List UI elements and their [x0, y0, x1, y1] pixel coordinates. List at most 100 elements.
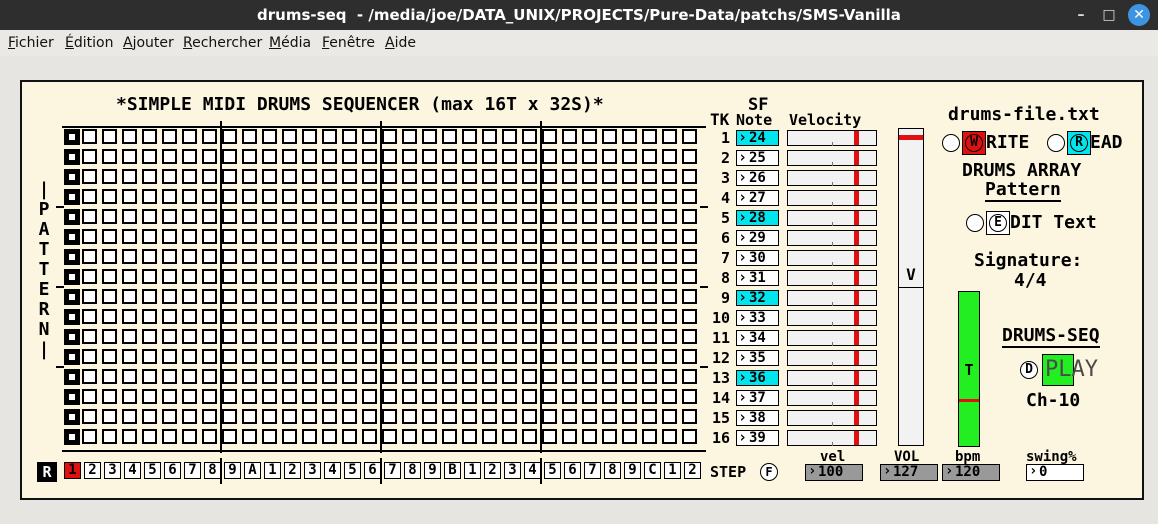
- grid-cell[interactable]: [182, 129, 197, 144]
- step-indicator[interactable]: 3: [304, 462, 321, 479]
- grid-cell[interactable]: [282, 429, 297, 444]
- grid-cell[interactable]: [182, 349, 197, 364]
- grid-cell[interactable]: [282, 409, 297, 424]
- note-number-box[interactable]: 35: [736, 350, 779, 366]
- grid-cell[interactable]: [82, 169, 97, 184]
- grid-cell[interactable]: [622, 329, 637, 344]
- grid-cell[interactable]: [442, 369, 457, 384]
- grid-cell[interactable]: [622, 209, 637, 224]
- step-indicator[interactable]: 5: [544, 462, 561, 479]
- grid-cell[interactable]: [402, 349, 417, 364]
- row-toggle[interactable]: [64, 369, 80, 385]
- step-indicator[interactable]: 4: [124, 462, 141, 479]
- grid-cell[interactable]: [122, 369, 137, 384]
- grid-cell[interactable]: [182, 149, 197, 164]
- row-toggle[interactable]: [64, 149, 80, 165]
- step-indicator[interactable]: 1: [64, 462, 81, 479]
- grid-cell[interactable]: [282, 169, 297, 184]
- grid-cell[interactable]: [362, 169, 377, 184]
- grid-cell[interactable]: [302, 209, 317, 224]
- grid-cell[interactable]: [262, 429, 277, 444]
- grid-cell[interactable]: [322, 149, 337, 164]
- velocity-slider[interactable]: [787, 330, 877, 346]
- grid-cell[interactable]: [622, 129, 637, 144]
- grid-cell[interactable]: [102, 329, 117, 344]
- grid-cell[interactable]: [302, 169, 317, 184]
- step-indicator[interactable]: 1: [264, 462, 281, 479]
- grid-cell[interactable]: [422, 149, 437, 164]
- grid-cell[interactable]: [142, 129, 157, 144]
- grid-cell[interactable]: [82, 269, 97, 284]
- grid-cell[interactable]: [102, 269, 117, 284]
- grid-cell[interactable]: [102, 369, 117, 384]
- grid-cell[interactable]: [682, 169, 697, 184]
- grid-cell[interactable]: [322, 269, 337, 284]
- grid-cell[interactable]: [482, 209, 497, 224]
- velocity-slider-knob[interactable]: [854, 271, 859, 285]
- grid-cell[interactable]: [262, 209, 277, 224]
- grid-cell[interactable]: [602, 249, 617, 264]
- step-indicator[interactable]: 2: [284, 462, 301, 479]
- step-indicator[interactable]: 7: [384, 462, 401, 479]
- close-icon[interactable]: ✕: [1128, 4, 1150, 26]
- menu-ajouter[interactable]: Ajouter: [123, 35, 174, 51]
- grid-cell[interactable]: [542, 309, 557, 324]
- grid-cell[interactable]: [362, 349, 377, 364]
- grid-cell[interactable]: [462, 169, 477, 184]
- grid-cell[interactable]: [402, 129, 417, 144]
- grid-cell[interactable]: [522, 269, 537, 284]
- grid-cell[interactable]: [82, 149, 97, 164]
- grid-cell[interactable]: [442, 389, 457, 404]
- grid-cell[interactable]: [122, 349, 137, 364]
- grid-cell[interactable]: [162, 229, 177, 244]
- grid-cell[interactable]: [182, 289, 197, 304]
- grid-cell[interactable]: [142, 149, 157, 164]
- grid-cell[interactable]: [522, 369, 537, 384]
- velocity-slider-knob[interactable]: [854, 151, 859, 165]
- note-number-box[interactable]: 38: [736, 410, 779, 426]
- grid-cell[interactable]: [362, 429, 377, 444]
- grid-cell[interactable]: [82, 369, 97, 384]
- grid-cell[interactable]: [262, 169, 277, 184]
- grid-cell[interactable]: [682, 429, 697, 444]
- grid-cell[interactable]: [322, 329, 337, 344]
- grid-cell[interactable]: [582, 309, 597, 324]
- velocity-slider[interactable]: [787, 350, 877, 366]
- grid-cell[interactable]: [442, 169, 457, 184]
- write-bang[interactable]: [942, 134, 960, 152]
- grid-cell[interactable]: [422, 249, 437, 264]
- velocity-slider-knob[interactable]: [854, 211, 859, 225]
- grid-cell[interactable]: [622, 249, 637, 264]
- step-indicator[interactable]: 1: [664, 462, 681, 479]
- grid-cell[interactable]: [602, 229, 617, 244]
- grid-cell[interactable]: [82, 329, 97, 344]
- grid-cell[interactable]: [542, 409, 557, 424]
- grid-cell[interactable]: [422, 309, 437, 324]
- r-button[interactable]: R: [37, 462, 57, 482]
- step-indicator[interactable]: 8: [404, 462, 421, 479]
- step-indicator[interactable]: 5: [344, 462, 361, 479]
- grid-cell[interactable]: [502, 409, 517, 424]
- step-indicator[interactable]: 8: [604, 462, 621, 479]
- step-indicator[interactable]: 2: [84, 462, 101, 479]
- grid-cell[interactable]: [502, 429, 517, 444]
- grid-cell[interactable]: [642, 209, 657, 224]
- grid-cell[interactable]: [102, 309, 117, 324]
- grid-cell[interactable]: [142, 409, 157, 424]
- grid-cell[interactable]: [102, 249, 117, 264]
- velocity-slider[interactable]: [787, 250, 877, 266]
- grid-cell[interactable]: [202, 169, 217, 184]
- grid-cell[interactable]: [342, 429, 357, 444]
- grid-cell[interactable]: [262, 249, 277, 264]
- grid-cell[interactable]: [442, 329, 457, 344]
- grid-cell[interactable]: [442, 249, 457, 264]
- grid-cell[interactable]: [222, 429, 237, 444]
- grid-cell[interactable]: [322, 249, 337, 264]
- grid-cell[interactable]: [242, 289, 257, 304]
- grid-cell[interactable]: [302, 349, 317, 364]
- grid-cell[interactable]: [182, 189, 197, 204]
- grid-cell[interactable]: [422, 409, 437, 424]
- grid-cell[interactable]: [482, 249, 497, 264]
- grid-cell[interactable]: [342, 229, 357, 244]
- grid-cell[interactable]: [602, 169, 617, 184]
